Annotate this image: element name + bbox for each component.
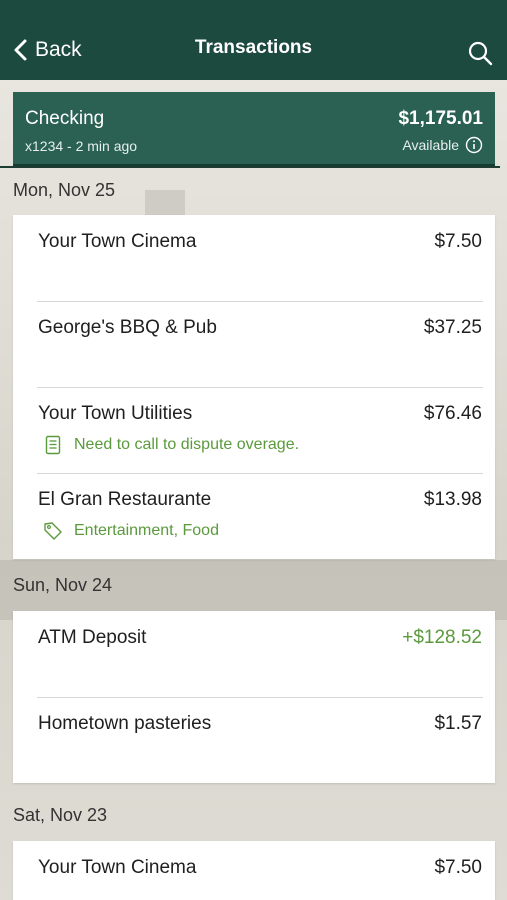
- date-header: Sun, Nov 24: [13, 575, 113, 595]
- transaction-row[interactable]: Your Town Cinema $7.50: [13, 215, 495, 301]
- transaction-row[interactable]: Your Town Utilities $76.46 Need to call …: [13, 387, 495, 473]
- account-balance: $1,175.01: [398, 108, 483, 129]
- merchant-name: El Gran Restaurante: [38, 489, 212, 510]
- transaction-row[interactable]: George's BBQ & Pub $37.25: [13, 301, 495, 387]
- nav-bar: Back Transactions: [0, 0, 507, 80]
- tags-text: Entertainment, Food: [74, 522, 219, 539]
- account-name: Checking: [25, 108, 105, 129]
- transaction-tags: Entertainment, Food: [43, 521, 219, 541]
- available-label: Available: [402, 137, 459, 153]
- note-text: Need to call to dispute overage.: [74, 436, 300, 453]
- transaction-row[interactable]: Your Town Cinema $7.50: [13, 841, 495, 900]
- note-icon: [45, 435, 61, 455]
- transaction-note: Need to call to dispute overage.: [43, 435, 299, 455]
- transaction-card: Your Town Cinema $7.50: [13, 841, 495, 900]
- transaction-row[interactable]: ATM Deposit +$128.52: [13, 611, 495, 697]
- merchant-name: ATM Deposit: [38, 627, 147, 648]
- transaction-card: Your Town Cinema $7.50 George's BBQ & Pu…: [13, 215, 495, 559]
- merchant-name: Hometown pasteries: [38, 713, 212, 734]
- transaction-row[interactable]: Hometown pasteries $1.57: [13, 697, 495, 783]
- transaction-amount: $76.46: [423, 403, 482, 424]
- transaction-row[interactable]: El Gran Restaurante $13.98 Entertainment…: [13, 473, 495, 559]
- info-icon[interactable]: [465, 136, 483, 154]
- page-title: Transactions: [194, 37, 313, 58]
- transaction-amount: $13.98: [423, 489, 482, 510]
- divider: [0, 166, 500, 168]
- date-header: Mon, Nov 25: [13, 180, 116, 200]
- transaction-amount: $7.50: [434, 231, 482, 252]
- transaction-amount: +$128.52: [402, 627, 482, 648]
- tag-icon: [44, 522, 62, 540]
- transaction-amount: $37.25: [423, 317, 482, 338]
- merchant-name: George's BBQ & Pub: [38, 317, 217, 338]
- merchant-name: Your Town Utilities: [38, 403, 193, 424]
- transaction-amount: $7.50: [434, 857, 482, 878]
- search-icon[interactable]: [467, 40, 493, 66]
- transaction-amount: $1.57: [434, 713, 482, 734]
- account-subtitle: x1234 - 2 min ago: [25, 138, 138, 154]
- transaction-card: ATM Deposit +$128.52 Hometown pasteries …: [13, 611, 495, 783]
- available-label-wrap: Available: [402, 136, 483, 154]
- date-header: Sat, Nov 23: [13, 805, 108, 825]
- merchant-name: Your Town Cinema: [38, 231, 197, 252]
- account-summary[interactable]: Checking x1234 - 2 min ago $1,175.01 Ava…: [13, 92, 495, 166]
- merchant-name: Your Town Cinema: [38, 857, 197, 878]
